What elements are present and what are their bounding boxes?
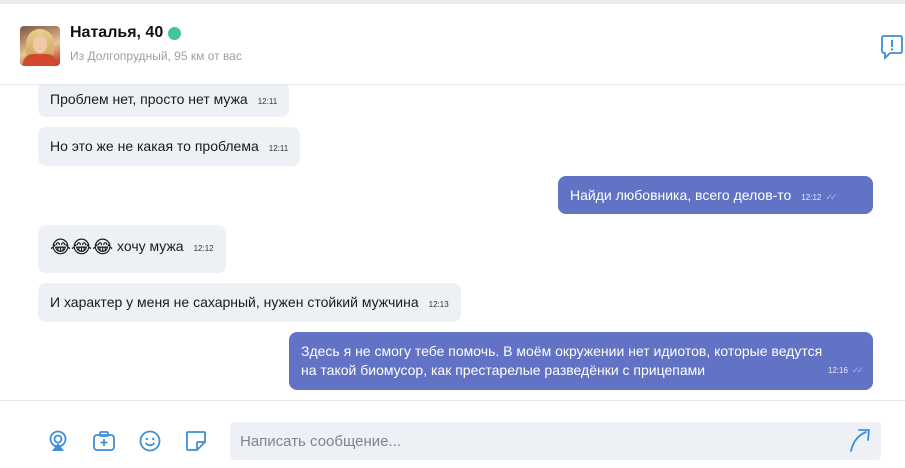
report-flag-icon[interactable] — [881, 34, 903, 60]
online-status-dot — [168, 27, 181, 40]
message-time: 12:11 — [257, 97, 278, 106]
contact-location: Из Долгопрудный, 95 км от вас — [70, 49, 242, 63]
message-time: 12:11 — [268, 144, 289, 153]
read-check-icon: ✓✓ — [825, 192, 837, 202]
message-text: Найди любовника, всего делов-то — [570, 187, 792, 203]
message-text-line-1: Здесь я не смогу тебе помочь. В моём окр… — [301, 343, 823, 359]
message-text-line-2: на такой биомусор, как престарелые разве… — [301, 362, 706, 378]
message-time: 12:12 — [193, 244, 214, 253]
composer-bar — [0, 400, 905, 468]
message-input[interactable] — [230, 422, 881, 460]
sticker-icon[interactable] — [184, 429, 208, 453]
message-text: Проблем нет, просто нет мужа — [50, 91, 248, 107]
message-list[interactable]: Проблем нет, просто нет мужа 12:11 Но это… — [0, 85, 905, 400]
laughing-emoji-icon: 😂😂😂 — [50, 237, 114, 258]
message-bubble-outgoing: Здесь я не смогу тебе помочь. В моём окр… — [289, 332, 873, 390]
message-time: 12:16 — [827, 366, 848, 375]
avatar[interactable] — [20, 26, 60, 66]
smile-icon[interactable] — [138, 429, 162, 453]
send-icon[interactable] — [848, 427, 874, 453]
gift-icon[interactable] — [46, 429, 70, 453]
message-text: И характер у меня не сахарный, нужен сто… — [50, 294, 419, 310]
message-bubble-incoming: Но это же не какая то проблема 12:11 — [38, 127, 301, 166]
message-time: 12:13 — [428, 300, 449, 309]
read-check-icon: ✓✓ — [851, 365, 864, 375]
message-bubble-incoming: И характер у меня не сахарный, нужен сто… — [38, 283, 461, 322]
chat-header: Наталья, 40 Из Долгопрудный, 95 км от ва… — [0, 4, 905, 85]
message-bubble-outgoing: Найди любовника, всего делов-то 12:12 ✓✓ — [558, 176, 873, 214]
contact-name[interactable]: Наталья, 40 — [70, 24, 163, 42]
camera-icon[interactable] — [92, 429, 116, 453]
message-bubble-incoming: 😂😂😂 хочу мужа 12:12 — [38, 225, 226, 273]
message-time: 12:12 — [801, 193, 822, 202]
message-text: хочу мужа — [117, 238, 184, 254]
message-text: Но это же не какая то проблема — [50, 138, 259, 154]
message-bubble-incoming: Проблем нет, просто нет мужа 12:11 — [38, 85, 290, 117]
